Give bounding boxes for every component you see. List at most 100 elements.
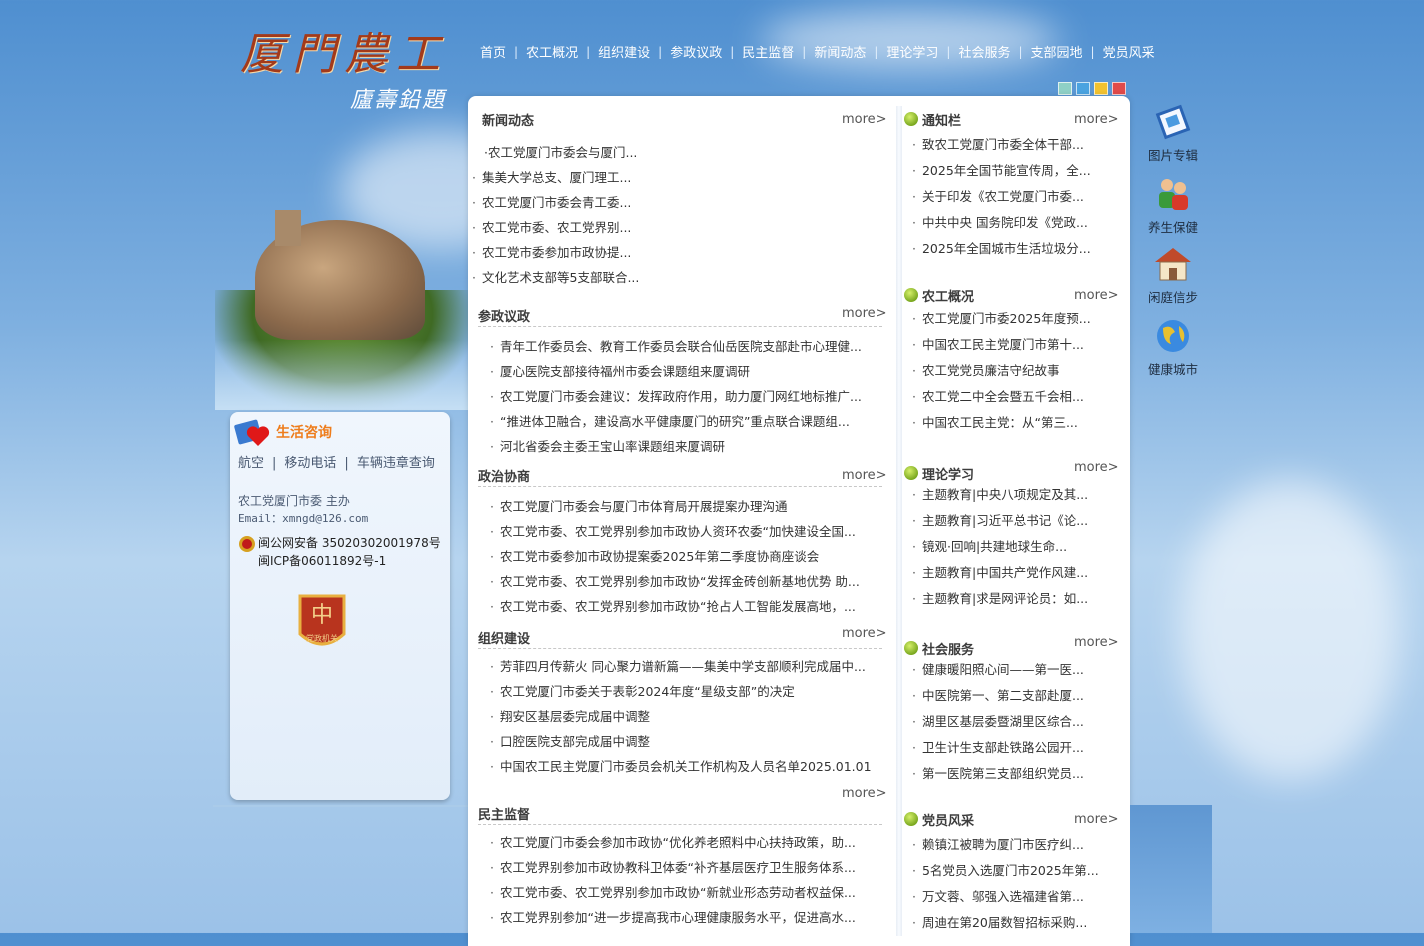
- section-divider: [478, 326, 882, 327]
- police-emblem-icon: [239, 536, 255, 552]
- badge-text: 党政机关: [306, 633, 338, 643]
- zzjs-item[interactable]: · 口腔医院支部完成届中调整: [490, 729, 890, 754]
- notice-item[interactable]: · 致农工党厦门市委全体干部...: [912, 132, 1116, 158]
- ngkk-more-link[interactable]: more>: [1074, 288, 1119, 303]
- ngkk-item[interactable]: · 中国农工民主党：从“第三...: [912, 410, 1116, 436]
- news-item[interactable]: · 集美大学总支、厦门理工...: [472, 165, 884, 190]
- zzjs-list: · 芳菲四月传薪火 同心聚力谱新篇——集美中学支部顺利完成届中... · 农工党厦门…: [490, 654, 890, 779]
- cloud: [760, 10, 1060, 70]
- theme-swatch-yellow[interactable]: [1094, 82, 1108, 95]
- zzjs-item[interactable]: · 中国农工民主党厦门市委员会机关工作机构及人员名单2025.01.01: [490, 754, 890, 779]
- zzxs-more-link[interactable]: more>: [842, 468, 887, 483]
- cyzz-item[interactable]: · 河北省委会主委王宝山率课题组来厦调研: [490, 434, 886, 459]
- zzxs-item[interactable]: · 农工党市委、农工党界别参加市政协“发挥金砖创新基地优势 助...: [490, 569, 890, 594]
- shfw-item[interactable]: · 中医院第一、第二支部赴厦...: [912, 683, 1116, 709]
- notice-item[interactable]: · 2025年全国节能宣传周，全...: [912, 158, 1116, 184]
- nav-service[interactable]: 社会服务: [950, 42, 1018, 61]
- ngkk-item[interactable]: · 中国农工民主党厦门市第十...: [912, 332, 1116, 358]
- news-more-link[interactable]: more>: [842, 112, 887, 127]
- shfw-more-link[interactable]: more>: [1074, 635, 1119, 650]
- shfw-item[interactable]: · 卫生计生支部赴铁路公园开...: [912, 735, 1116, 761]
- nav-news[interactable]: 新闻动态: [806, 42, 874, 61]
- notice-item[interactable]: · 2025年全国城市生活垃圾分...: [912, 236, 1116, 262]
- nav-overview[interactable]: 农工概况: [518, 42, 586, 61]
- zzjs-item[interactable]: · 农工党厦门市委关于表彰2024年度“星级支部”的决定: [490, 679, 890, 704]
- people-icon: [1159, 179, 1188, 210]
- theme-swatch-blue[interactable]: [1076, 82, 1090, 95]
- zzxs-item[interactable]: · 农工党市委参加市政协提案委2025年第二季度协商座谈会: [490, 544, 890, 569]
- dyfc-item[interactable]: · 赖镇江被聘为厦门市医疗纠...: [912, 832, 1116, 858]
- gov-agency-badge[interactable]: 中 党政机关: [296, 592, 348, 654]
- link-mobile[interactable]: 移动电话: [284, 456, 336, 471]
- dyfc-item[interactable]: · 万文蓉、邬强入选福建省第...: [912, 884, 1116, 910]
- cyzz-item[interactable]: · 农工党厦门市委会建议：发挥政府作用，助力厦门网红地标推广...: [490, 384, 886, 409]
- nav-branch[interactable]: 支部园地: [1023, 42, 1091, 61]
- zzjs-more-link[interactable]: more>: [842, 626, 887, 641]
- nav-organization[interactable]: 组织建设: [590, 42, 658, 61]
- zzjs-item[interactable]: · 芳菲四月传薪火 同心聚力谱新篇——集美中学支部顺利完成届中...: [490, 654, 890, 679]
- side-healthy-city-label: 健康城市: [1147, 362, 1198, 377]
- llxx-item[interactable]: · 主题教育|中国共产党作风建...: [912, 560, 1116, 586]
- mzjd-item[interactable]: · 农工党市委、农工党界别参加市政协“新就业形态劳动者权益保...: [490, 880, 886, 905]
- mzjd-title: 民主监督: [478, 808, 531, 823]
- ngkk-item[interactable]: · 农工党厦门市委2025年度预...: [912, 306, 1116, 332]
- shfw-item[interactable]: · 健康暖阳照心间——第一医...: [912, 657, 1116, 683]
- ngkk-item[interactable]: · 农工党党员廉洁守纪故事: [912, 358, 1116, 384]
- side-leisure-walk[interactable]: 闲庭信步: [1133, 246, 1213, 306]
- side-healthy-city[interactable]: 健康城市: [1133, 318, 1213, 378]
- nav-supervision[interactable]: 民主监督: [734, 42, 802, 61]
- news-item[interactable]: · 农工党厦门市委会青工委...: [472, 190, 884, 215]
- llxx-more-link[interactable]: more>: [1074, 460, 1119, 475]
- theme-swatch-red[interactable]: [1112, 82, 1126, 95]
- nav-members[interactable]: 党员风采: [1095, 42, 1163, 61]
- zzjs-item[interactable]: · 翔安区基层委完成届中调整: [490, 704, 890, 729]
- police-filing-link[interactable]: 闽公网安备 35020302001978号: [258, 534, 441, 552]
- llxx-item[interactable]: · 主题教育|求是网评论员：如...: [912, 586, 1116, 612]
- dyfc-item[interactable]: · 5名党员入选厦门市2025年第...: [912, 858, 1116, 884]
- ngkk-item[interactable]: · 农工党二中全会暨五千会相...: [912, 384, 1116, 410]
- llxx-list: · 主题教育|中央八项规定及其... · 主题教育|习近平总书记《论... · 镜观·…: [912, 482, 1116, 612]
- nav-home[interactable]: 首页: [472, 42, 514, 61]
- zzjs-more-link-bottom[interactable]: more>: [842, 786, 887, 801]
- llxx-item[interactable]: · 镜观·回响|共建地球生命...: [912, 534, 1116, 560]
- side-health-care[interactable]: 养生保健: [1133, 176, 1213, 236]
- side-photo-album[interactable]: 图片专辑: [1133, 104, 1213, 164]
- cyzz-more-link[interactable]: more>: [842, 306, 887, 321]
- cyzz-item[interactable]: · 厦心医院支部接待福州市委会课题组来厦调研: [490, 359, 886, 384]
- zzxs-item[interactable]: · 农工党市委、农工党界别参加市政协人资环农委“加快建设全国...: [490, 519, 890, 544]
- zzxs-item[interactable]: · 农工党厦门市委会与厦门市体育局开展提案办理沟通: [490, 494, 890, 519]
- shfw-item[interactable]: · 第一医院第三支部组织党员...: [912, 761, 1116, 787]
- notice-item[interactable]: · 中共中央 国务院印发《党政...: [912, 210, 1116, 236]
- llxx-item[interactable]: · 主题教育|习近平总书记《论...: [912, 508, 1116, 534]
- column-divider: [896, 106, 902, 936]
- mzjd-item[interactable]: · 农工党界别参加市政协教科卫体委“补齐基层医疗卫生服务体系...: [490, 855, 886, 880]
- link-traffic-violation[interactable]: 车辆违章查询: [357, 456, 435, 471]
- bullet-icon: [904, 466, 918, 480]
- cyzz-item[interactable]: · “推进体卫融合，建设高水平健康厦门的研究”重点联合课题组...: [490, 409, 886, 434]
- news-item[interactable]: · 农工党市委参加市政协提...: [472, 240, 884, 265]
- nav-theory[interactable]: 理论学习: [878, 42, 946, 61]
- site-logo[interactable]: 厦門農工 廬壽鉛題: [240, 18, 470, 118]
- left-footer-line: [213, 805, 468, 807]
- link-aviation[interactable]: 航空: [238, 456, 264, 471]
- news-item[interactable]: ·农工党厦门市委会与厦门...: [472, 140, 884, 165]
- tower: [275, 210, 301, 246]
- dyfc-more-link[interactable]: more>: [1074, 812, 1119, 827]
- zzxs-item[interactable]: · 农工党市委、农工党界别参加市政协“抢占人工智能发展高地，...: [490, 594, 890, 619]
- notice-item[interactable]: · 关于印发《农工党厦门市委...: [912, 184, 1116, 210]
- shfw-item[interactable]: · 湖里区基层委暨湖里区综合...: [912, 709, 1116, 735]
- theme-switcher: [1058, 82, 1126, 95]
- shfw-list: · 健康暖阳照心间——第一医... · 中医院第一、第二支部赴厦... · 湖里区基层…: [912, 657, 1116, 787]
- icp-filing-link[interactable]: 闽ICP备06011892号-1: [258, 552, 441, 570]
- bullet-icon: [904, 288, 918, 302]
- mzjd-item[interactable]: · 农工党界别参加“进一步提高我市心理健康服务水平，促进高水...: [490, 905, 886, 930]
- news-item[interactable]: · 文化艺术支部等5支部联合...: [472, 265, 884, 290]
- mzjd-item[interactable]: · 农工党厦门市委会参加市政协“优化养老照料中心扶持政策，助...: [490, 830, 886, 855]
- nav-politics[interactable]: 参政议政: [662, 42, 730, 61]
- cyzz-item[interactable]: · 青年工作委员会、教育工作委员会联合仙岳医院支部赴市心理健...: [490, 334, 886, 359]
- dyfc-item[interactable]: · 周迪在第20届数智招标采购...: [912, 910, 1116, 936]
- news-item[interactable]: · 农工党市委、农工党界别...: [472, 215, 884, 240]
- notice-more-link[interactable]: more>: [1074, 112, 1119, 127]
- theme-swatch-teal[interactable]: [1058, 82, 1072, 95]
- llxx-item[interactable]: · 主题教育|中央八项规定及其...: [912, 482, 1116, 508]
